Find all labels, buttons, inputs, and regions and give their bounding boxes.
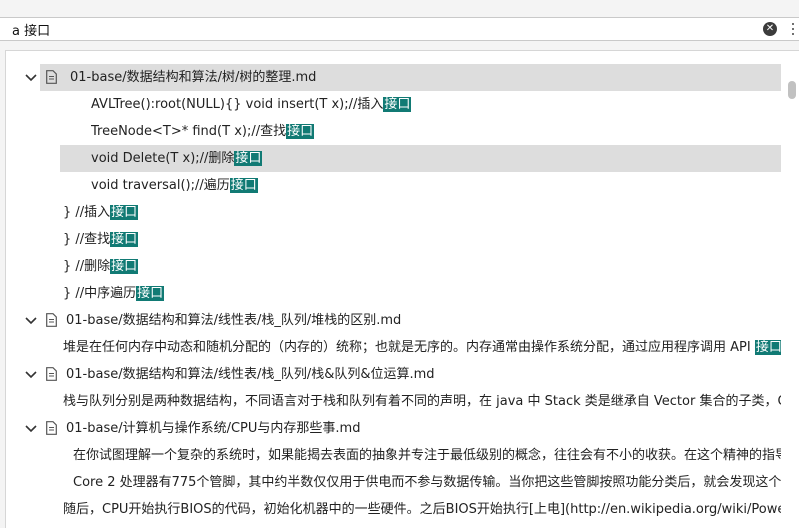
chevron-down-icon[interactable]	[24, 367, 38, 381]
match-line-selected[interactable]: void Delete(T x);//删除接口	[60, 145, 781, 172]
match-line[interactable]: } //插入接口	[63, 199, 799, 226]
search-results-panel[interactable]: 01-base/数据结构和算法/树/树的整理.md AVLTree():root…	[5, 50, 799, 528]
match-line[interactable]: 堆是在任何内存中动态和随机分配的（内存的）统称；也就是无序的。内存通常由操作系统…	[63, 334, 781, 361]
file-path[interactable]: 01-base/计算机与操作系统/CPU与内存那些事.md	[66, 415, 766, 442]
close-icon: ✕	[765, 23, 775, 34]
match-line[interactable]: TreeNode<T>* find(T x);//查找接口	[91, 118, 799, 145]
file-icon	[46, 421, 57, 435]
match-line[interactable]: AVLTree():root(NULL){} void insert(T x);…	[91, 91, 799, 118]
chevron-down-icon[interactable]	[24, 421, 38, 435]
search-bar: ✕	[0, 17, 799, 41]
file-icon	[46, 70, 57, 84]
match-line[interactable]: } //删除接口	[63, 253, 799, 280]
chevron-down-icon[interactable]	[24, 313, 38, 327]
more-options-icon[interactable]	[789, 22, 797, 36]
match-line[interactable]: 栈与队列分别是两种数据结构，不同语言对于栈和队列有着不同的声明，在 java 中…	[63, 388, 781, 415]
match-line[interactable]: 随后，CPU开始执行BIOS的代码，初始化机器中的一些硬件。之后BIOS开始执行…	[63, 496, 781, 523]
file-path[interactable]: 01-base/数据结构和算法/线性表/栈_队列/堆栈的区别.md	[66, 307, 766, 334]
clear-search-button[interactable]: ✕	[763, 22, 777, 36]
file-path: 01-base/数据结构和算法/树/树的整理.md	[70, 70, 317, 85]
file-path[interactable]: 01-base/数据结构和算法/线性表/栈_队列/栈&队列&位运算.md	[66, 361, 766, 388]
file-icon	[46, 367, 57, 381]
match-line[interactable]: } //中序遍历接口	[63, 280, 799, 307]
match-line[interactable]: 在你试图理解一个复杂的系统时，如果能揭去表面的抽象并专注于最低级别的概念，往往会…	[73, 442, 781, 469]
search-input[interactable]	[0, 18, 763, 40]
file-icon	[46, 313, 57, 327]
chevron-down-icon[interactable]	[24, 70, 38, 84]
match-line[interactable]: Core 2 处理器有775个管脚，其中约半数仅仅用于供电而不参与数据传输。当你…	[73, 469, 781, 496]
match-line[interactable]: void traversal();//遍历接口	[91, 172, 799, 199]
match-line[interactable]: } //查找接口	[63, 226, 799, 253]
